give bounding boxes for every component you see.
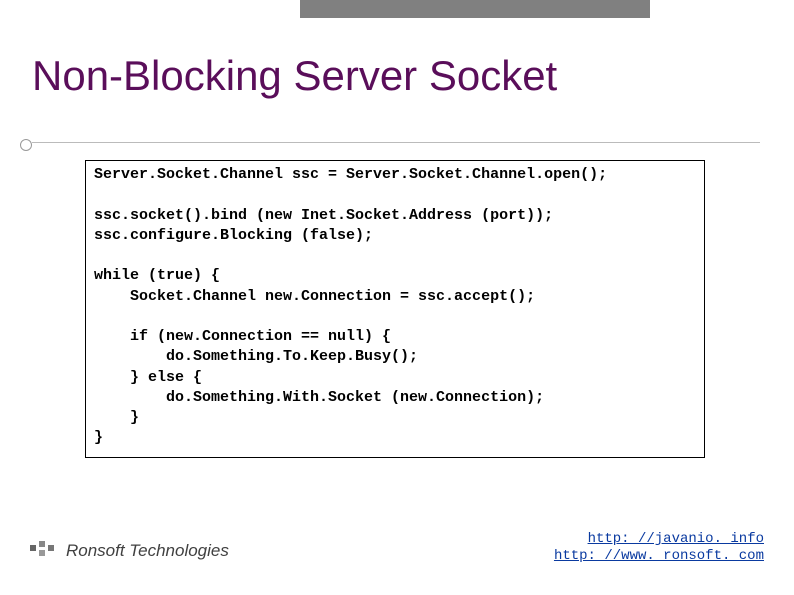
slide-title: Non-Blocking Server Socket <box>32 52 557 100</box>
link-ronsoft[interactable]: http: //www. ronsoft. com <box>554 548 764 564</box>
divider-dot-icon <box>20 139 32 151</box>
slide-footer: Ronsoft Technologies http: //javanio. in… <box>0 531 794 571</box>
divider-line <box>32 142 760 143</box>
footer-links: http: //javanio. info http: //www. ronso… <box>554 531 764 565</box>
code-block: Server.Socket.Channel ssc = Server.Socke… <box>85 160 705 458</box>
title-divider <box>20 136 760 148</box>
header-accent-bar <box>300 0 650 18</box>
company-logo-icon <box>30 541 58 557</box>
link-javanio[interactable]: http: //javanio. info <box>588 531 764 547</box>
company-name: Ronsoft Technologies <box>66 541 229 561</box>
